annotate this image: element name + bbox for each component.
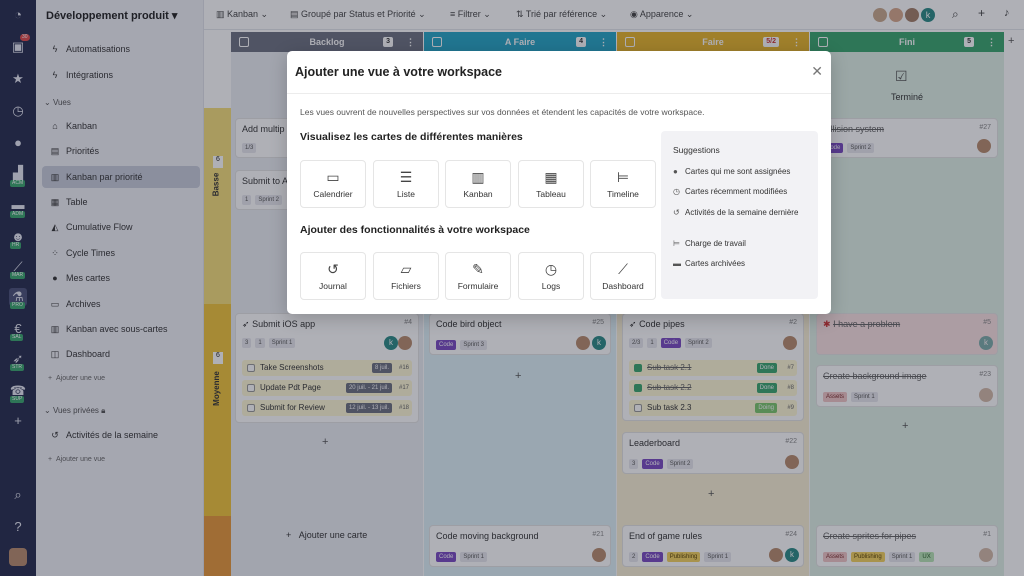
divider [287, 93, 831, 94]
timeline-icon: ⊨ [616, 169, 630, 185]
feature-tile-logs[interactable]: ◷ Logs [518, 252, 584, 300]
feature-tile-journal[interactable]: ↺ Journal [300, 252, 366, 300]
suggestion-item[interactable]: ◷ Cartes récemment modifiées [673, 187, 787, 196]
view-tile-timeline[interactable]: ⊨ Timeline [590, 160, 656, 208]
suggestion-item[interactable]: ↺ Activités de la semaine dernière [673, 207, 808, 219]
suggestion-item[interactable]: ● Cartes qui me sont assignées [673, 167, 790, 176]
section-heading-views: Visualisez les cartes de différentes man… [300, 131, 523, 143]
feature-tile-dashboard[interactable]: ⟋ Dashboard [590, 252, 656, 300]
view-tile-calendrier[interactable]: ▭ Calendrier [300, 160, 366, 208]
suggestions-title: Suggestions [673, 145, 720, 155]
user-icon: ● [673, 167, 678, 176]
archive-icon: ▬ [673, 259, 681, 268]
section-heading-features: Ajouter des fonctionnalités à votre work… [300, 224, 530, 236]
close-icon[interactable]: ✕ [811, 63, 823, 80]
calendar-icon: ▭ [326, 169, 340, 185]
add-view-modal: Ajouter une vue à votre workspace ✕ Les … [287, 51, 831, 314]
clock-icon: ◷ [673, 187, 680, 196]
form-icon: ✎ [472, 261, 484, 277]
list-icon: ☰ [399, 169, 413, 185]
view-tile-tableau[interactable]: ▦ Tableau [518, 160, 584, 208]
suggestions-panel: Suggestions ● Cartes qui me sont assignée… [661, 131, 818, 299]
modal-title: Ajouter une vue à votre workspace [295, 65, 503, 79]
folder-icon: ▱ [400, 261, 412, 277]
history-icon: ↺ [673, 208, 680, 217]
suggestion-item[interactable]: ⊨ Charge de travail [673, 239, 746, 248]
modal-description: Les vues ouvrent de nouvelles perspectiv… [300, 107, 705, 117]
suggestion-item[interactable]: ▬ Cartes archivées [673, 259, 745, 268]
view-tile-liste[interactable]: ☰ Liste [373, 160, 439, 208]
feature-tile-formulaire[interactable]: ✎ Formulaire [445, 252, 511, 300]
view-tile-kanban[interactable]: ▥ Kanban [445, 160, 511, 208]
kanban-icon: ▥ [471, 169, 485, 185]
line-chart-icon: ⟋ [618, 261, 628, 277]
stopwatch-icon: ◷ [544, 261, 558, 277]
feature-tile-fichiers[interactable]: ▱ Fichiers [373, 252, 439, 300]
table-icon: ▦ [544, 169, 558, 185]
history-icon: ↺ [327, 261, 339, 277]
workload-icon: ⊨ [673, 239, 680, 248]
